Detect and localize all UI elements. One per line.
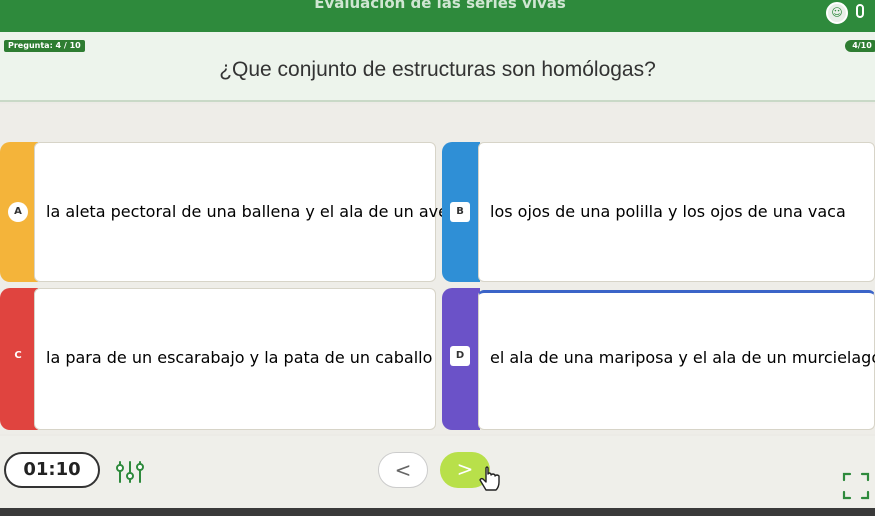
sliders-icon[interactable] — [112, 458, 148, 486]
option-b-text: los ojos de una polilla y los ojos de un… — [490, 202, 846, 221]
fullscreen-icon[interactable] — [840, 470, 872, 502]
question-counter-label: Pregunta: 4 / 10 — [4, 40, 85, 52]
user-icon[interactable]: ☺ — [826, 2, 848, 24]
option-c-letter: C — [14, 350, 22, 361]
hand-cursor-icon — [479, 466, 500, 491]
top-bar: Evaluación de las series vivas ☺ — [0, 0, 875, 32]
option-b-letter: B — [450, 202, 470, 222]
question-text: ¿Que conjunto de estructuras son homólog… — [219, 58, 656, 81]
option-d-text: el ala de una mariposa y el ala de un mu… — [490, 348, 875, 367]
quiz-title: Evaluación de las series vivas — [314, 0, 566, 12]
previous-button[interactable]: < — [378, 452, 428, 488]
option-a-text: la aleta pectoral de una ballena y el al… — [46, 202, 448, 221]
menu-icon[interactable] — [856, 4, 864, 18]
option-d-letter: D — [450, 346, 470, 366]
bottom-strip — [0, 508, 875, 516]
question-counter-badge: 4/10 — [845, 40, 875, 52]
option-c-text: la para de un escarabajo y la pata de un… — [46, 348, 433, 367]
option-a-letter: A — [8, 202, 28, 222]
timer: 01:10 — [4, 452, 100, 488]
